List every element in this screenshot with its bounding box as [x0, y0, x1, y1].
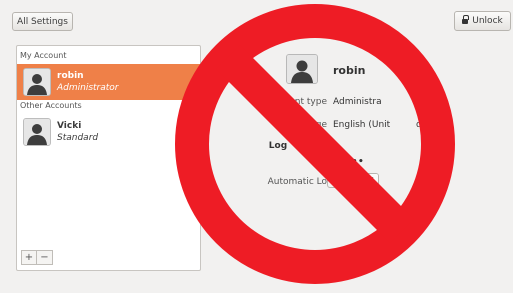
account-list-toolbar: + −	[21, 250, 53, 265]
toggle-state-label: OFF	[353, 174, 378, 187]
add-account-button[interactable]: +	[21, 250, 37, 265]
language-label: nguage	[293, 120, 327, 130]
other-accounts-section-label: Other Accounts	[20, 101, 82, 110]
accounts-list-panel: My Account robin Administrator Other Acc…	[16, 45, 201, 271]
account-type-value[interactable]: Administra	[333, 97, 382, 107]
lock-icon	[462, 14, 470, 25]
account-name: robin	[57, 71, 84, 81]
account-type-label: Account type	[267, 97, 327, 107]
password-label: Pa	[316, 159, 327, 169]
remove-account-button[interactable]: −	[37, 250, 53, 265]
my-account-section-label: My Account	[20, 51, 67, 60]
language-value[interactable]: English (Unit dom)	[333, 120, 439, 130]
login-options-heading: Log ions	[268, 141, 327, 151]
automatic-login-toggle[interactable]: OFF	[327, 173, 379, 188]
user-avatar-button[interactable]	[286, 54, 318, 84]
password-value[interactable]: •••••	[333, 157, 364, 167]
account-role: Standard	[57, 133, 99, 143]
user-silhouette-icon	[23, 118, 51, 146]
user-silhouette-icon	[23, 68, 51, 96]
automatic-login-label: Automatic Lo	[267, 177, 327, 187]
all-settings-button[interactable]: All Settings	[12, 12, 73, 31]
unlock-label: Unlock	[472, 16, 503, 26]
user-name-field[interactable]: robin	[333, 64, 365, 77]
unlock-button[interactable]: Unlock	[454, 11, 511, 31]
account-item-vicki[interactable]: Vicki Standard	[17, 114, 200, 150]
account-name: Vicki	[57, 121, 82, 131]
account-role: Administrator	[57, 83, 119, 93]
account-item-robin[interactable]: robin Administrator	[17, 64, 200, 100]
